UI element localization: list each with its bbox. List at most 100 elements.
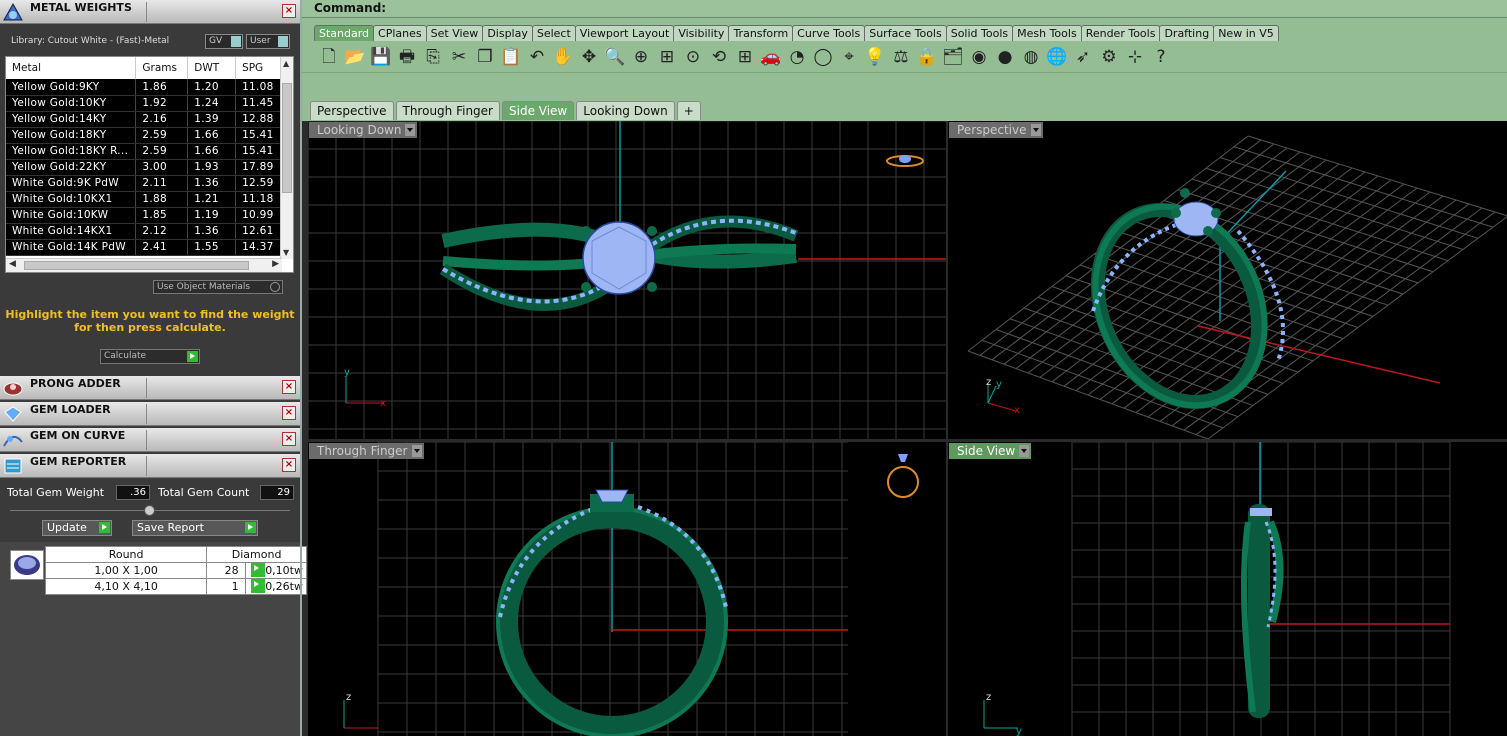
settings-gears-icon[interactable]: ⚙: [1096, 44, 1122, 70]
use-object-materials-checkbox[interactable]: Use Object Materials: [153, 280, 283, 294]
table-row[interactable]: White Gold:10KW 1.85 1.19 10.99: [6, 207, 282, 224]
through-finger-canvas[interactable]: z: [308, 442, 946, 736]
new-icon[interactable]: 🗋: [316, 44, 342, 70]
metal-weights-header[interactable]: METAL WEIGHTS ×: [0, 0, 300, 24]
viewport-perspective[interactable]: Perspective x z y: [948, 121, 1507, 439]
table-row[interactable]: Yellow Gold:18KY R... 2.59 1.66 15.41: [6, 143, 282, 160]
gem-reporter-header[interactable]: GEM REPORTER ×: [0, 454, 300, 478]
perspective-canvas[interactable]: x z y: [948, 121, 1507, 439]
table-row[interactable]: Yellow Gold:22KY 3.00 1.93 17.89: [6, 159, 282, 176]
color-wheel-icon[interactable]: ◉: [966, 44, 992, 70]
close-icon[interactable]: ×: [282, 458, 296, 472]
close-icon[interactable]: ×: [282, 4, 296, 18]
table-row[interactable]: Yellow Gold:18KY 2.59 1.66 15.41: [6, 127, 282, 144]
close-icon[interactable]: ×: [282, 380, 296, 394]
splitter-handle[interactable]: [144, 505, 155, 516]
lock-icon[interactable]: 🔒: [914, 44, 940, 70]
scroll-thumb[interactable]: [282, 83, 292, 193]
tab-set-view[interactable]: Set View: [425, 25, 484, 41]
metal-table[interactable]: Metal Grams DWT SPG Yellow Gold:9KY 1.86 1.20…: [5, 56, 294, 273]
copy-icon[interactable]: ❐: [472, 44, 498, 70]
table-row[interactable]: White Gold:14KX1 2.12 1.36 12.61: [6, 223, 282, 240]
tab-render-tools[interactable]: Render Tools: [1080, 25, 1161, 41]
undo-icon[interactable]: ↶: [524, 44, 550, 70]
save-report-button[interactable]: Save Report: [132, 520, 258, 536]
paste-icon[interactable]: 📋: [498, 44, 524, 70]
metal-table-header[interactable]: DWT: [187, 57, 237, 79]
weight-icon[interactable]: ⚖: [888, 44, 914, 70]
scroll-down-icon[interactable]: ▼: [283, 248, 289, 257]
viewport-tab-perspective[interactable]: Perspective: [310, 101, 394, 120]
globe-icon[interactable]: 🌐: [1044, 44, 1070, 70]
metal-table-header[interactable]: Metal: [6, 57, 137, 79]
tab-drafting[interactable]: Drafting: [1159, 25, 1215, 41]
vertical-scrollbar[interactable]: ▲ ▼: [280, 57, 293, 259]
gem-loader-header[interactable]: GEM LOADER ×: [0, 402, 300, 426]
metal-table-header[interactable]: SPG: [235, 57, 282, 79]
looking-down-canvas[interactable]: x y: [308, 121, 946, 439]
import-icon[interactable]: ⎘: [420, 44, 446, 70]
zoom-icon[interactable]: 🔍: [602, 44, 628, 70]
tab-viewport-layout[interactable]: Viewport Layout: [574, 25, 675, 41]
table-row[interactable]: White Gold:10KX1 1.88 1.21 11.18: [6, 191, 282, 208]
prong-adder-header[interactable]: PRONG ADDER ×: [0, 376, 300, 400]
gem-table[interactable]: Round Diamond 1,00 X 1,00 28 0,10tw 4,10 X …: [44, 546, 308, 595]
table-row[interactable]: Yellow Gold:14KY 2.16 1.39 12.88: [6, 111, 282, 128]
command-bar[interactable]: Command:: [302, 0, 1507, 18]
tab-curve-tools[interactable]: Curve Tools: [792, 25, 866, 41]
scroll-right-icon[interactable]: ▶: [272, 259, 279, 269]
gem-row[interactable]: 1,00 X 1,00 28 0,10tw: [44, 562, 308, 579]
viewport-tab-through-finger[interactable]: Through Finger: [395, 101, 500, 120]
row-action-button[interactable]: [251, 563, 265, 577]
car-icon[interactable]: 🚗: [758, 44, 784, 70]
cut-icon[interactable]: ✂: [446, 44, 472, 70]
horizontal-scrollbar[interactable]: ◀ ▶: [6, 258, 282, 272]
chevron-down-icon[interactable]: [405, 124, 416, 136]
display-mode-icon[interactable]: ◔: [784, 44, 810, 70]
chevron-down-icon[interactable]: [1019, 445, 1030, 457]
help-icon[interactable]: ?: [1148, 44, 1174, 70]
row-action-button[interactable]: [251, 579, 265, 593]
viewport-label[interactable]: Looking Down: [309, 122, 418, 138]
chevron-down-icon[interactable]: [1030, 124, 1041, 136]
tab-cplanes[interactable]: CPlanes: [373, 25, 427, 41]
gv-toggle[interactable]: GV: [205, 34, 243, 49]
scroll-left-icon[interactable]: ◀: [9, 259, 16, 269]
four-viewports-icon[interactable]: ⊞: [732, 44, 758, 70]
update-button[interactable]: Update: [42, 520, 112, 536]
tab-visibility[interactable]: Visibility: [673, 25, 730, 41]
open-icon[interactable]: 📂: [342, 44, 368, 70]
metal-table-header[interactable]: Grams: [135, 57, 189, 79]
side-view-canvas[interactable]: z y: [948, 442, 1507, 736]
tab-transform[interactable]: Transform: [728, 25, 794, 41]
tab-surface-tools[interactable]: Surface Tools: [864, 25, 947, 41]
viewport-tab-side-view[interactable]: Side View: [502, 101, 575, 120]
material-sphere-icon[interactable]: ●: [992, 44, 1018, 70]
zoom-selected-icon[interactable]: ⊙: [680, 44, 706, 70]
snap-icon[interactable]: ⊹: [1122, 44, 1148, 70]
gem-on-curve-header[interactable]: GEM ON CURVE ×: [0, 428, 300, 452]
chevron-down-icon[interactable]: [411, 445, 422, 457]
tab-mesh-tools[interactable]: Mesh Tools: [1012, 25, 1082, 41]
table-row[interactable]: Yellow Gold:9KY 1.86 1.20 11.08: [6, 79, 282, 96]
viewport-label[interactable]: Perspective: [949, 122, 1043, 138]
table-row[interactable]: Yellow Gold:10KY 1.92 1.24 11.45: [6, 95, 282, 112]
pan-hand-icon[interactable]: ✋: [550, 44, 576, 70]
gem-row[interactable]: 4,10 X 4,10 1 0,26tw: [44, 578, 308, 595]
save-icon[interactable]: 💾: [368, 44, 394, 70]
viewport-through-finger[interactable]: Through Finger z: [308, 442, 946, 736]
viewport-label[interactable]: Through Finger: [309, 443, 424, 459]
tab-select[interactable]: Select: [531, 25, 576, 41]
viewport-tab-looking-down[interactable]: Looking Down: [576, 101, 675, 120]
tab-display[interactable]: Display: [482, 25, 533, 41]
table-row[interactable]: White Gold:14K PdW 2.41 1.55 14.37: [6, 239, 282, 256]
tab-new-in-v5[interactable]: New in V5: [1213, 25, 1279, 41]
tab-standard[interactable]: Standard: [314, 25, 375, 41]
render-sphere-icon[interactable]: ◍: [1018, 44, 1044, 70]
viewport-looking-down[interactable]: Looking Down x y: [308, 121, 946, 439]
sphere-icon[interactable]: ◯: [810, 44, 836, 70]
viewport-side-view[interactable]: Side View z y: [948, 442, 1507, 736]
close-icon[interactable]: ×: [282, 406, 296, 420]
zoom-window-icon[interactable]: ⊕: [628, 44, 654, 70]
dimension-icon[interactable]: ⌖: [836, 44, 862, 70]
